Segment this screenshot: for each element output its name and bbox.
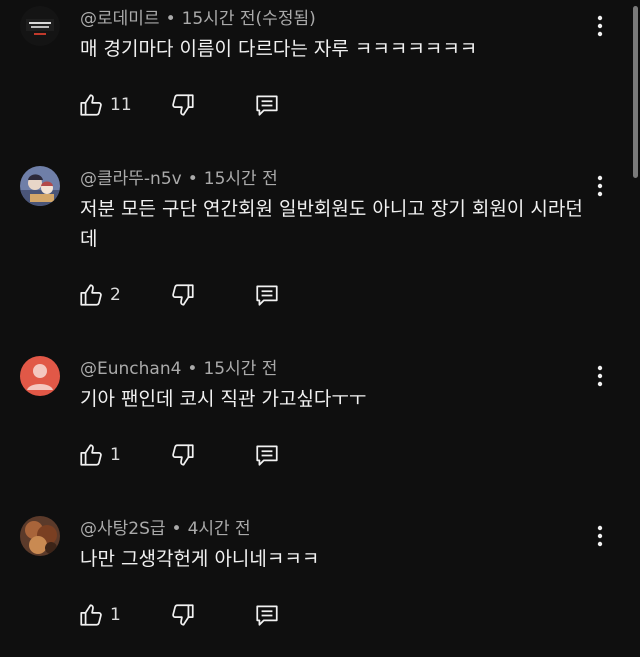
comment-time[interactable]: 15시간 전(수정됨) xyxy=(182,9,316,29)
comment-meta: @사탕2S급 • 4시간 전 xyxy=(80,514,251,539)
thumb-down-icon xyxy=(172,94,194,116)
like-button[interactable]: 1 xyxy=(78,602,121,628)
dislike-button[interactable] xyxy=(170,602,196,628)
comment-text: 저분 모든 구단 연간회원 일반회원도 아니고 장기 회원이 시라던데 xyxy=(80,198,583,250)
comment-time[interactable]: 4시간 전 xyxy=(188,519,251,539)
thumb-down-icon xyxy=(172,444,194,466)
meta-separator: • xyxy=(171,519,182,539)
comment-text: 나만 그생각헌게 아니네ㅋㅋㅋ xyxy=(80,548,320,570)
reply-icon xyxy=(256,95,278,116)
reply-button[interactable] xyxy=(254,282,280,308)
more-vert-icon[interactable] xyxy=(592,14,608,38)
comment-time[interactable]: 15시간 전 xyxy=(204,169,278,189)
reply-icon xyxy=(256,285,278,306)
like-count: 1 xyxy=(110,445,121,465)
dislike-button[interactable] xyxy=(170,442,196,468)
comment-author[interactable]: @클라뚜-n5v xyxy=(80,169,182,189)
more-vert-icon[interactable] xyxy=(592,364,608,388)
more-vert-icon[interactable] xyxy=(592,174,608,198)
reply-icon xyxy=(256,605,278,626)
meta-separator: • xyxy=(187,169,198,189)
like-count: 1 xyxy=(110,605,121,625)
reply-icon xyxy=(256,445,278,466)
like-button[interactable]: 2 xyxy=(78,282,121,308)
thumb-up-icon xyxy=(80,284,102,306)
comment-author[interactable]: @사탕2S급 xyxy=(80,519,166,539)
reply-button[interactable] xyxy=(254,602,280,628)
reply-button[interactable] xyxy=(254,442,280,468)
like-count: 11 xyxy=(110,95,132,115)
thumb-up-icon xyxy=(80,604,102,626)
reply-button[interactable] xyxy=(254,92,280,118)
comment-meta: @클라뚜-n5v • 15시간 전 xyxy=(80,164,278,189)
comment-text: 기아 팬인데 코시 직관 가고싶다ㅜㅜ xyxy=(80,388,367,410)
avatar[interactable] xyxy=(20,6,60,46)
scrollbar-thumb[interactable] xyxy=(633,6,638,178)
like-button[interactable]: 11 xyxy=(78,92,132,118)
avatar[interactable] xyxy=(20,516,60,556)
comment-item: @Eunchan4 • 15시간 전 기아 팬인데 코시 직관 가고싶다ㅜㅜ 1 xyxy=(0,350,630,500)
like-count: 2 xyxy=(110,285,121,305)
avatar[interactable] xyxy=(20,356,60,396)
scrollbar[interactable] xyxy=(630,0,640,657)
meta-separator: • xyxy=(187,359,198,379)
dislike-button[interactable] xyxy=(170,92,196,118)
more-vert-icon[interactable] xyxy=(592,524,608,548)
comment-item: @클라뚜-n5v • 15시간 전 저분 모든 구단 연간회원 일반회원도 아니고 … xyxy=(0,160,630,340)
comment-meta: @Eunchan4 • 15시간 전 xyxy=(80,354,277,379)
thumb-up-icon xyxy=(80,444,102,466)
comment-author[interactable]: @로데미르 xyxy=(80,9,160,29)
thumb-down-icon xyxy=(172,284,194,306)
like-button[interactable]: 1 xyxy=(78,442,121,468)
comment-time[interactable]: 15시간 전 xyxy=(203,359,277,379)
meta-separator: • xyxy=(165,9,176,29)
comment-item: @사탕2S급 • 4시간 전 나만 그생각헌게 아니네ㅋㅋㅋ 1 xyxy=(0,510,630,657)
thumb-up-icon xyxy=(80,94,102,116)
comment-meta: @로데미르 • 15시간 전(수정됨) xyxy=(80,4,316,29)
comment-author[interactable]: @Eunchan4 xyxy=(80,359,181,379)
avatar[interactable] xyxy=(20,166,60,206)
comment-item: @로데미르 • 15시간 전(수정됨) 매 경기마다 이름이 다르다는 자루 ㅋㅋㅋ… xyxy=(0,0,630,150)
dislike-button[interactable] xyxy=(170,282,196,308)
comment-text: 매 경기마다 이름이 다르다는 자루 ㅋㅋㅋㅋㅋㅋㅋ xyxy=(80,38,478,60)
thumb-down-icon xyxy=(172,604,194,626)
